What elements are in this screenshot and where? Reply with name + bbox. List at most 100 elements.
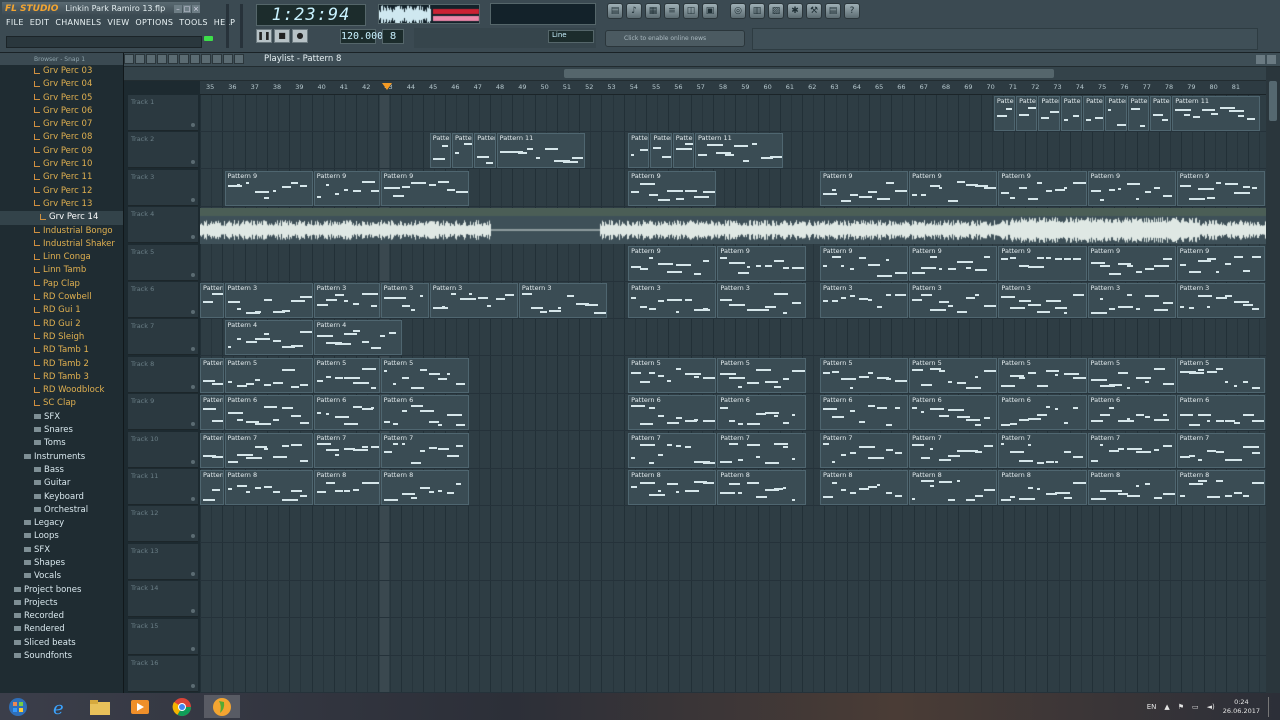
news-panel[interactable]: Click to enable online news <box>605 30 745 47</box>
pattern-clip[interactable]: Pattern 11 <box>628 133 650 169</box>
draw-tool-icon[interactable] <box>124 54 134 64</box>
pattern-clip[interactable]: Pattern 6 <box>1087 395 1176 431</box>
help-icon[interactable]: ? <box>844 3 860 19</box>
pattern-clip[interactable]: Pattern 5 <box>313 357 380 393</box>
pattern-clip[interactable]: Pattern 11 <box>695 133 784 169</box>
track-mute-led[interactable] <box>191 197 195 202</box>
song-position-marker[interactable] <box>382 83 392 90</box>
pattern-clip[interactable]: Pattern 11 <box>650 133 672 169</box>
pattern-clip[interactable]: Pattern 6 <box>998 395 1087 431</box>
pattern-clip[interactable]: Pattern 9 <box>1087 170 1176 206</box>
browser-file[interactable]: RD Gui 1 <box>0 304 123 317</box>
pattern-clip[interactable]: Pattern 8 <box>628 470 717 505</box>
pattern-clip[interactable]: Pattern 7 <box>380 432 469 468</box>
track-lane[interactable] <box>200 656 1266 693</box>
master-volume-slider[interactable] <box>226 4 229 48</box>
network-icon[interactable]: ▭ <box>1192 703 1199 711</box>
pattern-clip[interactable]: Pattern 8 <box>1087 470 1176 505</box>
pattern-clip[interactable]: Pattern 3 <box>819 283 909 318</box>
browser-file[interactable]: Grv Perc 04 <box>0 78 123 91</box>
browser-file[interactable]: Grv Perc 12 <box>0 185 123 198</box>
pattern-clip[interactable]: Pattern 3 <box>628 283 717 318</box>
pattern-clip[interactable]: Pattern 4 <box>313 320 402 356</box>
pattern-clip[interactable]: Pattern 4 <box>224 320 313 356</box>
browser-folder[interactable]: Legacy <box>0 517 123 530</box>
pattern-clip[interactable]: Pattern 9 <box>819 170 909 206</box>
pattern-clip[interactable]: Pattern 5 <box>1087 357 1176 393</box>
pattern-clip[interactable]: Pattern 7 <box>819 432 909 468</box>
pattern-clip[interactable]: Pattern 3 <box>380 283 429 318</box>
pattern-clip[interactable]: Pattern 7 <box>717 432 806 468</box>
track-header[interactable]: Track 1 <box>128 95 198 131</box>
browser-file[interactable]: Grv Perc 08 <box>0 131 123 144</box>
pattern-clip[interactable]: Pattern 11 <box>1172 96 1261 131</box>
pattern-clip[interactable]: Pattern 9 <box>1176 170 1265 206</box>
pattern-clip[interactable]: Pattern 7 <box>224 432 313 468</box>
cpu-icon[interactable]: ◎ <box>730 3 746 19</box>
master-sliders[interactable] <box>220 4 250 48</box>
track-lane[interactable] <box>200 506 1266 544</box>
pattern-clip[interactable]: Pattern 11 <box>451 133 474 169</box>
pause-button[interactable]: ❚❚ <box>256 29 272 43</box>
pattern-clip[interactable]: Pattern 9 <box>998 170 1087 206</box>
pattern-clip[interactable]: Pattern 9 <box>380 170 469 206</box>
delete-tool-icon[interactable] <box>146 54 156 64</box>
browser-folder[interactable]: Rendered <box>0 623 123 636</box>
render-icon[interactable]: ▥ <box>749 3 765 19</box>
pattern-clip[interactable]: Pattern 5 <box>909 357 998 393</box>
pattern-clip[interactable]: Pattern 6 <box>909 395 998 431</box>
pattern-clip[interactable]: Pattern 8 <box>1176 470 1265 505</box>
paint-tool-icon[interactable] <box>135 54 145 64</box>
track-mute-led[interactable] <box>191 422 195 427</box>
pattern-clip[interactable]: Pattern 11 <box>1016 96 1038 131</box>
browser-file[interactable]: Grv Perc 06 <box>0 105 123 118</box>
pattern-clip[interactable]: Pattern 6 <box>200 395 224 431</box>
explorer-taskbar-button[interactable] <box>82 695 118 718</box>
track-header[interactable]: Track 10 <box>128 431 198 468</box>
pattern-clip[interactable]: Pattern 3 <box>224 283 313 318</box>
mute-tool-icon[interactable] <box>157 54 167 64</box>
pattern-clip[interactable]: Pattern 7 <box>313 432 380 468</box>
track-header[interactable]: Track 9 <box>128 394 198 431</box>
track-header[interactable]: Track 8 <box>128 356 198 393</box>
browser-file[interactable]: Grv Perc 03 <box>0 65 123 78</box>
start-button[interactable] <box>0 695 36 718</box>
browser-file[interactable]: Grv Perc 11 <box>0 171 123 184</box>
pattern-clip[interactable]: Pattern 9 <box>1087 245 1176 281</box>
browser-file[interactable]: Industrial Shaker <box>0 238 123 251</box>
browser-file[interactable]: SC Clap <box>0 397 123 410</box>
browser-folder[interactable]: Keyboard <box>0 491 123 504</box>
stop-button[interactable]: ■ <box>274 29 290 43</box>
browser-folder[interactable]: Recorded <box>0 610 123 623</box>
pattern-clip[interactable]: Pattern 9 <box>1176 245 1265 281</box>
browser-file[interactable]: Pap Clap <box>0 278 123 291</box>
pattern-picker-icon[interactable] <box>234 54 244 64</box>
track-mute-led[interactable] <box>191 497 195 501</box>
track-header[interactable]: Track 14 <box>128 581 198 618</box>
ie-taskbar-button[interactable]: e <box>42 695 78 718</box>
mixer-icon[interactable]: ≡ <box>664 3 680 19</box>
track-mute-led[interactable] <box>191 384 195 389</box>
track-mute-led[interactable] <box>191 684 195 688</box>
browser-file[interactable]: Linn Tamb <box>0 264 123 277</box>
pattern-clip[interactable]: Pattern 8 <box>819 470 909 505</box>
tools-icon[interactable]: ⚒ <box>806 3 822 19</box>
track-lane[interactable] <box>200 581 1266 619</box>
tempo-display[interactable]: 120.000 <box>340 29 383 44</box>
track-header[interactable]: Track 16 <box>128 656 198 692</box>
pattern-clip[interactable]: Pattern 8 <box>909 470 998 505</box>
horizontal-scrollbar[interactable] <box>564 69 1054 78</box>
pattern-clip[interactable]: Pattern 9 <box>313 170 380 206</box>
browser-file[interactable]: Grv Perc 07 <box>0 118 123 131</box>
slice-tool-icon[interactable] <box>179 54 189 64</box>
browser-icon[interactable]: ◫ <box>683 3 699 19</box>
track-header[interactable]: Track 5 <box>128 244 198 281</box>
zoom-tool-icon[interactable] <box>201 54 211 64</box>
menu-channels[interactable]: CHANNELS <box>55 18 101 32</box>
pattern-clip[interactable]: Pattern 8 <box>200 470 224 505</box>
chrome-taskbar-button[interactable] <box>164 695 200 718</box>
pattern-clip[interactable]: Pattern 11 <box>1038 96 1060 131</box>
playback-tool-icon[interactable] <box>212 54 222 64</box>
fl-studio-taskbar-button[interactable] <box>204 695 240 718</box>
pattern-clip[interactable]: Pattern 8 <box>998 470 1087 505</box>
